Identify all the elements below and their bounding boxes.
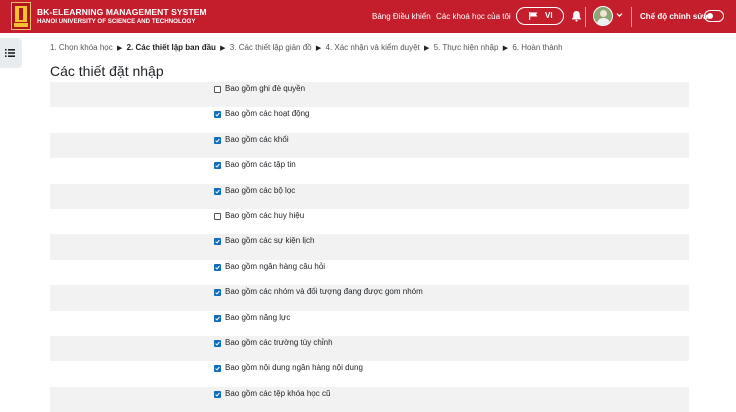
setting-label[interactable]: Bao gồm năng lực <box>225 313 290 322</box>
step-initial-settings: 2. Các thiết lập ban đầu <box>126 43 216 52</box>
setting-checkbox[interactable] <box>214 339 221 347</box>
checkmark-icon <box>215 189 220 194</box>
setting-checkbox[interactable] <box>214 289 221 297</box>
setting-label[interactable]: Bao gồm các khối <box>225 135 289 144</box>
logo-base <box>14 23 28 27</box>
setting-checkbox[interactable] <box>214 238 221 246</box>
step-confirmation-review: 4. Xác nhận và kiểm duyệt <box>325 43 420 52</box>
logo-mark <box>19 8 23 20</box>
checkmark-icon <box>215 290 220 295</box>
checkmark-icon <box>215 341 220 346</box>
setting-checkbox[interactable] <box>214 136 221 144</box>
checkmark-icon <box>215 240 220 244</box>
setting-label[interactable]: Bao gồm các hoạt động <box>225 109 310 118</box>
setting-checkbox[interactable] <box>214 111 221 119</box>
step-complete: 6. Hoàn thành <box>512 43 563 52</box>
university-logo[interactable] <box>11 2 31 30</box>
setting-row: Bao gồm các bộ lọc <box>50 183 689 209</box>
edit-mode-label: Chế độ chỉnh sửa <box>640 12 708 21</box>
setting-checkbox[interactable] <box>214 212 221 220</box>
setting-checkbox[interactable] <box>214 390 221 398</box>
language-label: VI <box>545 11 553 20</box>
setting-label[interactable]: Bao gồm các sự kiện lịch <box>225 236 314 245</box>
step-select-course: 1. Chọn khóa học <box>50 43 113 52</box>
setting-row: Bao gồm các huy hiệu <box>50 209 689 234</box>
checkmark-icon <box>215 163 220 168</box>
step-schema-settings: 3. Các thiết lập giản đồ <box>229 43 312 52</box>
setting-label[interactable]: Bao gồm ngân hàng câu hỏi <box>225 262 325 271</box>
setting-checkbox[interactable] <box>214 263 221 271</box>
setting-row: Bao gồm năng lực <box>50 311 689 336</box>
setting-row: Bao gồm ghi đè quyền <box>50 82 689 108</box>
import-steps-breadcrumb: 1. Chọn khóa học ▶ 2. Các thiết lập ban … <box>50 43 563 52</box>
navbar-divider <box>631 7 632 27</box>
setting-checkbox[interactable] <box>214 86 221 93</box>
setting-row: Bao gồm các sự kiện lịch <box>50 234 689 260</box>
setting-checkbox[interactable] <box>214 162 221 170</box>
setting-row: Bao gồm các khối <box>50 132 689 159</box>
setting-label[interactable]: Bao gồm các bộ lọc <box>225 186 295 195</box>
edit-mode-toggle[interactable] <box>704 10 724 22</box>
setting-row: Bao gồm nội dung ngân hàng nội dung <box>50 361 689 386</box>
checkmark-icon <box>215 265 220 270</box>
setting-label[interactable]: Bao gồm các tệp khóa học cũ <box>225 389 330 398</box>
setting-label[interactable]: Bao gồm các tập tin <box>225 160 296 169</box>
toggle-knob <box>707 13 713 19</box>
setting-checkbox[interactable] <box>214 365 221 373</box>
setting-label[interactable]: Bao gồm các huy hiệu <box>225 211 304 220</box>
setting-row: Bao gồm các hoạt động <box>50 107 689 132</box>
nav-link-dashboard[interactable]: Bảng Điều khiển <box>372 12 431 21</box>
list-icon <box>5 49 15 57</box>
step-separator-icon: ▶ <box>220 45 226 52</box>
chevron-down-icon[interactable] <box>616 12 623 18</box>
flag-icon <box>529 12 538 20</box>
checkmark-icon <box>215 366 220 371</box>
brand-title[interactable]: BK-ELEARNING MANAGEMENT SYSTEM <box>37 7 207 17</box>
navbar-divider <box>585 7 586 27</box>
avatar-face <box>600 10 607 17</box>
import-settings-list: Bao gồm ghi đè quyền Bao gồm các hoạt độn… <box>50 82 689 412</box>
top-navbar: BK-ELEARNING MANAGEMENT SYSTEM HANOI UNI… <box>0 0 736 33</box>
step-separator-icon: ▶ <box>502 45 509 52</box>
checkmark-icon <box>215 316 220 321</box>
language-button[interactable]: VI <box>516 7 564 25</box>
step-separator-icon: ▶ <box>424 45 430 52</box>
brand-subtitle: HANOI UNIVERSITY OF SCIENCE AND TECHNOLO… <box>37 18 196 25</box>
checkmark-icon <box>215 113 220 118</box>
setting-label[interactable]: Bao gồm ghi đè quyền <box>225 84 305 93</box>
checkmark-icon <box>215 392 220 397</box>
step-separator-icon: ▶ <box>116 45 123 52</box>
setting-checkbox[interactable] <box>214 187 221 195</box>
setting-row: Bao gồm các nhóm và đối tượng đang được … <box>50 285 689 311</box>
setting-label[interactable]: Bao gồm các nhóm và đối tượng đang được … <box>225 287 423 296</box>
setting-label[interactable]: Bao gồm nội dung ngân hàng nội dung <box>225 363 363 372</box>
step-perform-import: 5. Thực hiện nhập <box>433 43 499 52</box>
setting-row: Bao gồm các trường tùy chỉnh <box>50 335 689 362</box>
setting-label[interactable]: Bao gồm các trường tùy chỉnh <box>225 338 333 347</box>
setting-checkbox[interactable] <box>214 314 221 322</box>
notification-bell-icon[interactable] <box>571 10 582 22</box>
avatar-shoulders <box>597 18 610 25</box>
nav-link-my-courses[interactable]: Các khoá học của tôi <box>436 12 511 21</box>
setting-row: Bao gồm các tập tin <box>50 158 689 183</box>
setting-row: Bao gồm ngân hàng câu hỏi <box>50 260 689 285</box>
user-avatar[interactable] <box>593 6 613 26</box>
step-separator-icon: ▶ <box>315 45 322 52</box>
setting-row: Bao gồm các tệp khóa học cũ <box>50 386 689 412</box>
checkmark-icon <box>215 138 220 143</box>
course-index-drawer-button[interactable] <box>0 38 22 68</box>
page-title: Các thiết đặt nhập <box>50 63 164 79</box>
